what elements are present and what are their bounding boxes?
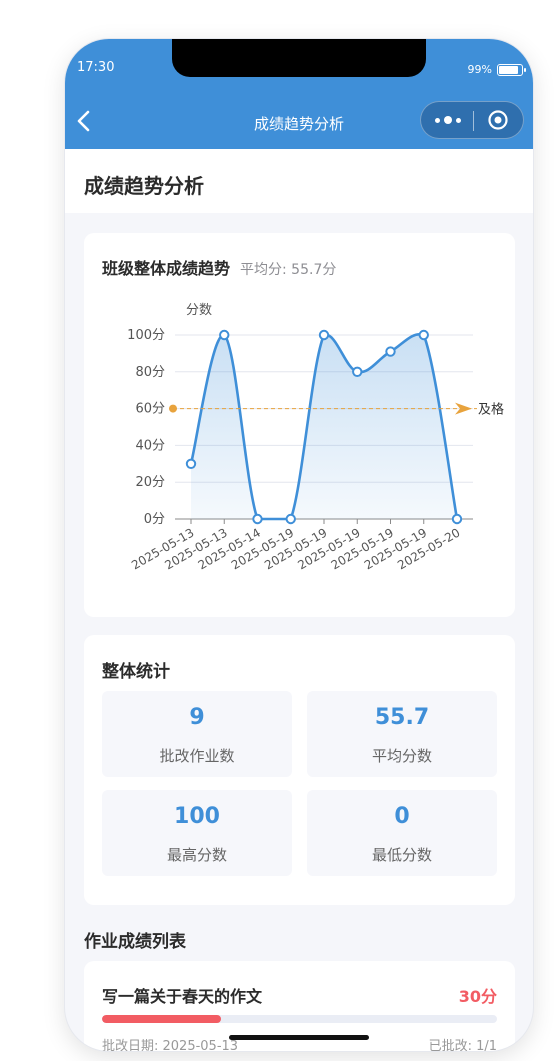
battery-icon	[497, 63, 526, 76]
data-point	[418, 329, 429, 341]
reference-label: 及格	[478, 402, 504, 418]
battery-indicator: 99%	[467, 63, 526, 76]
average-score-label: 平均分: 55.7分	[240, 262, 337, 278]
assignment-name: 写一篇关于春天的作文	[102, 987, 263, 1006]
close-target-icon[interactable]	[487, 109, 509, 131]
series-area	[191, 334, 457, 519]
assignment-status: 已批改: 1/1	[428, 1039, 497, 1051]
more-icon[interactable]	[431, 110, 465, 130]
y-tick-label: 0分	[144, 512, 165, 527]
stat-label: 批改作业数	[159, 747, 235, 765]
score-progress-track	[102, 1015, 497, 1023]
chart-card-header: 班级整体成绩趋势 平均分: 55.7分	[102, 255, 336, 279]
page-title: 成绩趋势分析	[84, 174, 204, 198]
home-indicator	[229, 1035, 369, 1040]
battery-percent: 99%	[467, 63, 492, 76]
nav-bar: 成绩趋势分析	[65, 96, 533, 149]
status-time: 17:30	[77, 60, 115, 75]
overall-stats-card: 整体统计 9 批改作业数 55.7 平均分数 100 最高分数 0 最低分数	[84, 635, 515, 905]
y-tick-label: 60分	[135, 402, 165, 417]
phone-frame: 17:30 99% 成绩趋势分析 成绩趋势分析 班级整体成绩趋势 平均分: 55…	[65, 39, 533, 1051]
stat-min-score: 0 最低分数	[307, 790, 497, 876]
miniprogram-capsule	[420, 101, 524, 139]
y-tick-label: 40分	[135, 438, 165, 453]
y-tick-label: 100分	[127, 328, 165, 343]
status-bar: 17:30 99%	[65, 39, 533, 96]
page-header: 成绩趋势分析	[65, 149, 533, 213]
data-point	[285, 513, 296, 525]
y-tick-label: 20分	[135, 475, 165, 490]
chart-card-title: 班级整体成绩趋势	[102, 259, 231, 278]
stat-value: 100	[174, 804, 220, 829]
assignment-list-title: 作业成绩列表	[84, 932, 186, 952]
score-progress-fill	[102, 1015, 221, 1023]
data-point	[318, 329, 330, 341]
data-point	[451, 513, 463, 525]
trend-chart-card: 班级整体成绩趋势 平均分: 55.7分 分数 0分 20分 40分 60分 80分 100分…	[84, 233, 515, 617]
stat-value: 9	[189, 705, 205, 730]
data-point	[185, 458, 197, 470]
data-point	[252, 513, 263, 525]
assignment-date: 批改日期: 2025-05-13	[102, 1039, 239, 1051]
stat-graded-count: 9 批改作业数	[102, 691, 292, 777]
stat-label: 最低分数	[371, 846, 432, 864]
data-point	[219, 329, 230, 341]
data-point	[385, 346, 396, 357]
stat-value: 55.7	[374, 705, 430, 730]
stat-label: 最高分数	[166, 846, 227, 864]
reference-start-dot	[169, 404, 177, 413]
stat-label: 平均分数	[371, 747, 432, 765]
stats-title: 整体统计	[102, 662, 170, 682]
device-notch	[172, 39, 426, 77]
stat-max-score: 100 最高分数	[102, 790, 292, 876]
score-trend-chart: 分数0分20分40分60分80分100分2025-05-132025-05-13…	[127, 303, 504, 572]
page-content: 成绩趋势分析 班级整体成绩趋势 平均分: 55.7分 分数 0分 20分 40分 60分…	[65, 149, 533, 1051]
data-point	[352, 366, 363, 378]
stat-value: 0	[394, 804, 410, 829]
y-tick-label: 80分	[135, 365, 165, 380]
y-axis-title: 分数	[186, 303, 212, 318]
stat-average-score: 55.7 平均分数	[307, 691, 497, 777]
assignment-score: 30分	[458, 987, 497, 1006]
capsule-divider	[473, 111, 474, 131]
